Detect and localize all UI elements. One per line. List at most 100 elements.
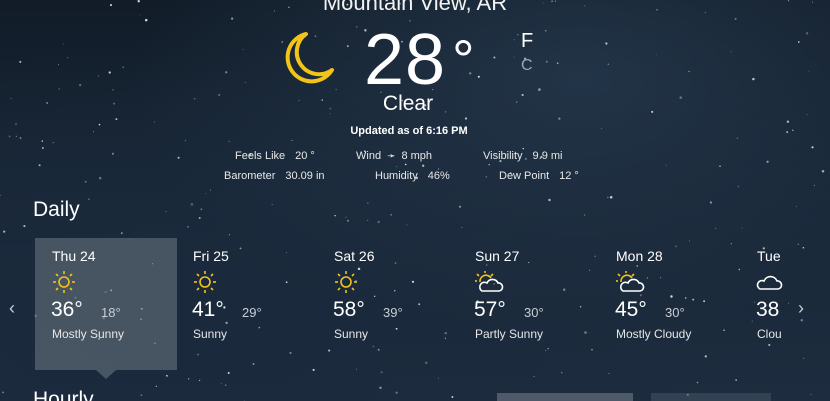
star [58, 64, 59, 66]
star [177, 156, 180, 159]
day-name: Mon 28 [616, 248, 663, 264]
sun-icon [192, 270, 218, 299]
cloud-icon [756, 270, 784, 299]
day-tile-tue[interactable]: Tue 38 Clou [740, 238, 786, 370]
weather-app: Mountain View, AR 28 ° F C Clear Updated … [0, 0, 830, 401]
star [144, 18, 148, 22]
day-low-temp: 30° [524, 305, 544, 320]
star [422, 164, 425, 167]
day-low-temp: 30° [665, 305, 685, 320]
day-condition: Partly Sunny [475, 327, 544, 341]
star [2, 391, 5, 394]
star [209, 189, 211, 191]
day-condition: Sunny [334, 327, 369, 341]
unit-celsius-toggle[interactable]: C [521, 57, 533, 75]
visibility-label: Visibility [483, 150, 523, 162]
star [766, 160, 769, 163]
star [244, 81, 246, 83]
star [228, 140, 230, 143]
star [205, 193, 207, 195]
star [513, 56, 515, 58]
feels-like: Feels Like 20 ° [235, 150, 315, 162]
day-tile-fri[interactable]: Fri 25 41° 29° Sunny [176, 238, 318, 370]
day-low-temp: 18° [101, 305, 121, 320]
visibility: Visibility 9.9 mi [483, 150, 563, 162]
star [112, 88, 114, 91]
star [584, 214, 586, 216]
star [517, 33, 519, 36]
star [122, 66, 124, 68]
wind-label: Wind [356, 150, 382, 162]
star [655, 54, 657, 56]
star [719, 165, 721, 167]
day-name: Tue [757, 248, 781, 264]
star [345, 216, 347, 218]
star [788, 302, 790, 304]
star [271, 204, 273, 206]
day-tile-sat[interactable]: Sat 26 58° 39° Sunny [317, 238, 459, 370]
day-high-temp: 41° [192, 298, 224, 321]
star [19, 137, 22, 139]
humidity: Humidity 46% [375, 170, 450, 182]
star [380, 371, 383, 374]
day-low-temp: 29° [242, 305, 262, 320]
day-tile-mon[interactable]: Mon 28 45° 30° Mostly Cloudy [599, 238, 741, 370]
star [98, 176, 102, 180]
day-tile-sun[interactable]: Sun 27 57° 30° Partly Sunny [458, 238, 600, 370]
wind-value: 8 mph [401, 150, 433, 162]
star [545, 60, 548, 63]
star [356, 26, 358, 28]
star [802, 246, 805, 249]
humidity-label: Humidity [375, 170, 418, 182]
star [23, 225, 26, 228]
star [224, 384, 227, 387]
star [558, 117, 561, 120]
star [228, 234, 230, 236]
day-high-temp: 36° [51, 298, 83, 321]
star [696, 381, 699, 384]
daily-next-button[interactable]: › [798, 298, 804, 319]
star [464, 117, 468, 120]
star [607, 196, 609, 198]
star [736, 137, 738, 139]
star [0, 194, 1, 197]
star [84, 180, 87, 183]
partly-sunny-icon [615, 270, 645, 299]
star [334, 214, 336, 217]
star [155, 385, 157, 387]
day-low-temp: 39° [383, 305, 403, 320]
star [42, 147, 44, 149]
star [797, 41, 800, 43]
day-tile-thu[interactable]: Thu 24 36° 18° Mostly Sunny [35, 238, 177, 370]
star [805, 32, 809, 35]
star [227, 372, 230, 374]
selected-day-pointer [96, 370, 116, 379]
star [58, 88, 60, 90]
star [813, 184, 815, 186]
star [187, 378, 190, 380]
unit-fahrenheit-toggle[interactable]: F [521, 30, 533, 53]
day-name: Sat 26 [334, 248, 375, 264]
star [477, 75, 480, 78]
star [513, 39, 515, 41]
hourly-toggle-button-secondary[interactable] [651, 393, 771, 401]
day-high-temp: 57° [474, 298, 506, 321]
star [458, 205, 462, 208]
day-name: Thu 24 [52, 248, 96, 264]
star [111, 152, 115, 155]
star [609, 196, 613, 199]
daily-title: Daily [33, 198, 80, 221]
star [797, 243, 799, 245]
star [665, 164, 667, 166]
daily-prev-button[interactable]: ‹ [9, 298, 15, 319]
star [461, 226, 463, 228]
star [3, 230, 6, 233]
wind: Wind ➛ 8 mph [356, 150, 432, 162]
star [367, 202, 369, 204]
location-title: Mountain View, AR [322, 0, 508, 15]
hourly-toggle-button[interactable] [497, 393, 633, 401]
day-condition: Mostly Sunny [52, 327, 125, 341]
star [811, 146, 814, 149]
star [800, 319, 804, 322]
star [485, 176, 487, 178]
